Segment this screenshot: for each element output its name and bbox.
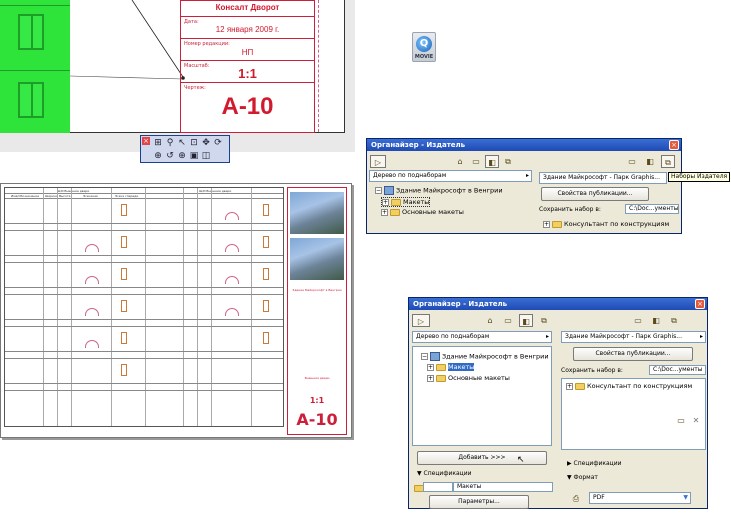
layout-number-field[interactable] bbox=[423, 482, 453, 492]
building-photo bbox=[290, 192, 344, 234]
pan-icon[interactable]: ✥ bbox=[201, 138, 211, 148]
scale-value: 1:1 bbox=[309, 396, 325, 405]
specs-section-right[interactable]: ▶ Спецификации bbox=[567, 460, 622, 467]
movie-file-icon[interactable]: Q MOVIE bbox=[410, 32, 438, 72]
publish-properties-button[interactable]: Свойства публикации... bbox=[541, 187, 649, 201]
drawing-tool-icon[interactable]: ⊞ bbox=[153, 138, 163, 148]
tree-item-layouts[interactable]: + Макеты bbox=[381, 197, 431, 207]
building-icon bbox=[430, 352, 440, 361]
tree-item-consultant[interactable]: + Консультант по конструкциям bbox=[543, 220, 669, 228]
view-mode-dropdown[interactable]: Дерево по поднаборам ▸ bbox=[412, 331, 552, 343]
publisher-sets-icon[interactable]: ⧉ bbox=[661, 155, 675, 168]
close-icon[interactable]: × bbox=[695, 299, 705, 309]
date-value: 12 января 2009 г. bbox=[215, 25, 280, 34]
folder-icon bbox=[575, 382, 585, 390]
drawing-sheet: Консалт Дворот Дата: 12 января 2009 г. Н… bbox=[0, 0, 345, 133]
home-icon[interactable]: ⌂ bbox=[453, 155, 467, 168]
specs-section-left[interactable]: ▼ Спецификации bbox=[417, 470, 472, 477]
save-set-label: Сохранить набор в: bbox=[539, 206, 601, 213]
format-dropdown[interactable]: PDF ▼ bbox=[589, 492, 691, 504]
layout-icon[interactable]: ◧ bbox=[485, 155, 499, 168]
close-icon[interactable]: × bbox=[142, 137, 150, 145]
cursor-pointer-icon: ↖ bbox=[517, 455, 525, 465]
close-icon[interactable]: × bbox=[669, 140, 679, 150]
title-block: Консалт Дворот Дата: 12 января 2009 г. Н… bbox=[180, 0, 315, 133]
save-path-field[interactable]: C:\Doc...ументы bbox=[625, 204, 679, 214]
refresh-icon[interactable]: ⟳ bbox=[213, 138, 223, 148]
delete-icon[interactable]: ✕ bbox=[689, 414, 703, 427]
tree-item-project[interactable]: − Здание Майкрософт в Венгрии bbox=[375, 186, 503, 195]
save-path-field[interactable]: C:\Doc...ументы bbox=[649, 365, 706, 375]
pointer-icon[interactable]: ↖ bbox=[177, 138, 187, 148]
top-drawing-view: Консалт Дворот Дата: 12 января 2009 г. Н… bbox=[0, 0, 355, 152]
home-icon[interactable]: ⌂ bbox=[483, 314, 497, 327]
layouts-name-field[interactable]: Макеты bbox=[453, 482, 553, 492]
door-schedule-table: Ш/И Внешние двери Ш/И Внешние двери Имя/… bbox=[4, 187, 284, 427]
magnify-icon[interactable]: ⚲ bbox=[165, 138, 175, 148]
folder-icon[interactable]: ▭ bbox=[631, 314, 645, 327]
folder-icon bbox=[552, 220, 562, 228]
pdf-format-icon: ⎙ bbox=[572, 494, 580, 503]
floating-toolbar[interactable]: × ⊞ ⚲ ↖ ⊡ ✥ ⟳ ⊕ ↺ ⊕ ▣ ◫ bbox=[140, 135, 230, 163]
folder-icon[interactable]: ▭ bbox=[625, 155, 639, 168]
window-title: Органайзер - Издатель bbox=[409, 298, 707, 310]
folder-icon bbox=[436, 363, 446, 371]
layout-icon[interactable]: ◧ bbox=[519, 314, 533, 327]
sheet-label: Чертеж: bbox=[184, 85, 206, 91]
revision-label: Номер редакции: bbox=[184, 41, 230, 47]
project-name: Здание Майкрософт в Венгрии bbox=[292, 288, 342, 292]
tree-item-master-layouts[interactable]: + Основные макеты bbox=[381, 208, 464, 216]
schedule-title-block: Здание Майкрософт в Венгрии Внешние двер… bbox=[287, 187, 347, 435]
set-icon[interactable]: ⧉ bbox=[501, 155, 515, 168]
save-set-label: Сохранить набор в: bbox=[561, 367, 623, 374]
schedule-sheet: Ш/И Внешние двери Ш/И Внешние двери Имя/… bbox=[0, 183, 352, 438]
folder-icon bbox=[390, 208, 400, 216]
publish-icon[interactable]: ◫ bbox=[201, 151, 211, 161]
scale-value: 1:1 bbox=[238, 66, 257, 81]
organizer-publisher-large: Органайзер - Издатель × ▷ ⌂ ▭ ◧ ⧉ Дерево… bbox=[408, 297, 708, 509]
publisher-set-dropdown[interactable]: Здание Майкрософт - Парк Graphis... bbox=[539, 172, 667, 184]
new-folder-icon[interactable]: ▭ bbox=[674, 414, 688, 427]
set-icon[interactable]: ⧉ bbox=[537, 314, 551, 327]
layout-icon[interactable]: ◧ bbox=[649, 314, 663, 327]
zoom-icon[interactable]: ⊡ bbox=[189, 138, 199, 148]
tree-item-layouts[interactable]: + Макеты bbox=[427, 363, 475, 371]
sheet-number: A-10 bbox=[296, 410, 338, 429]
fit-icon[interactable]: ⊕ bbox=[153, 151, 163, 161]
movie-label: MOVIE bbox=[414, 54, 434, 60]
tree-item-project[interactable]: − Здание Майкрософт в Венгрии bbox=[421, 352, 549, 361]
publish-icon[interactable]: ▷ bbox=[412, 314, 430, 327]
folder-icon[interactable]: ▭ bbox=[501, 314, 515, 327]
rotate-icon[interactable]: ↺ bbox=[165, 151, 175, 161]
folder-icon bbox=[436, 374, 446, 382]
parameters-button[interactable]: Параметры... bbox=[429, 495, 529, 509]
zoom-in-icon[interactable]: ⊕ bbox=[177, 151, 187, 161]
layout-icon[interactable]: ◧ bbox=[643, 155, 657, 168]
format-section[interactable]: ▼ Формат bbox=[567, 474, 598, 481]
add-button[interactable]: Добавить >>> bbox=[417, 451, 547, 465]
author-value: Консалт Дворот bbox=[215, 3, 280, 12]
layer-icon[interactable]: ▣ bbox=[189, 151, 199, 161]
sheet-number: A-10 bbox=[221, 93, 274, 120]
publisher-set-dropdown[interactable]: Здание Майкрософт - Парк Graphis... ▸ bbox=[561, 331, 706, 343]
folder-icon[interactable]: ▭ bbox=[469, 155, 483, 168]
folder-icon bbox=[391, 198, 401, 206]
publish-icon[interactable]: ▷ bbox=[370, 155, 386, 168]
tree-item-consultant[interactable]: + Консультант по конструкциям bbox=[566, 382, 692, 390]
organizer-publisher-small: Органайзер - Издатель × ▷ ⌂ ▭ ◧ ⧉ Дерево… bbox=[366, 138, 731, 234]
sheet-name: Внешние двери bbox=[304, 376, 330, 380]
revision-value: НП bbox=[241, 48, 254, 57]
tooltip: Наборы Издателя bbox=[668, 172, 731, 182]
building-icon bbox=[384, 186, 394, 195]
building-photo bbox=[290, 238, 344, 280]
tree-panel[interactable]: − Здание Майкрософт в Венгрии + Макеты + Ос… bbox=[412, 346, 552, 446]
tree-item-master-layouts[interactable]: + Основные макеты bbox=[427, 374, 510, 382]
view-mode-dropdown[interactable]: Дерево по поднаборам ▸ bbox=[369, 170, 532, 182]
window-title: Органайзер - Издатель bbox=[367, 139, 681, 151]
publish-properties-button[interactable]: Свойства публикации... bbox=[573, 347, 693, 361]
quicktime-icon: Q bbox=[416, 36, 432, 52]
publisher-sets-icon[interactable]: ⧉ bbox=[667, 314, 681, 327]
